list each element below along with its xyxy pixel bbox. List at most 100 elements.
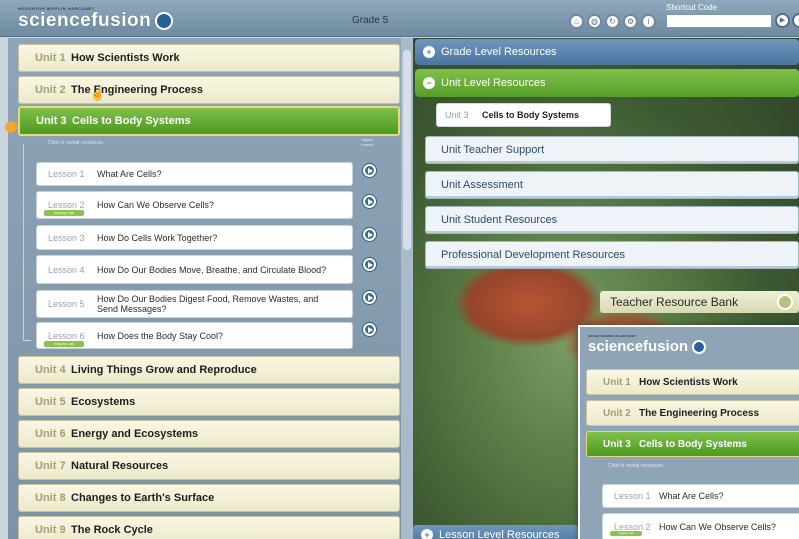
minus-icon: − bbox=[423, 77, 435, 89]
scrollbar-thumb[interactable] bbox=[403, 50, 411, 250]
lesson-number: Lesson 2 Inquiry Lab bbox=[603, 522, 659, 536]
lesson-number-text: Lesson 2 bbox=[48, 200, 85, 210]
lesson-number: Lesson 2 Inquiry Lab bbox=[37, 200, 97, 216]
lesson-title: How Can We Observe Cells? bbox=[97, 200, 214, 210]
play-icon[interactable] bbox=[363, 164, 376, 177]
unit-row-2[interactable]: Unit 2 The Engineering Process bbox=[18, 76, 400, 104]
lesson-level-resources-bar[interactable]: + Lesson Level Resources bbox=[413, 525, 578, 539]
unit-number: Unit 9 bbox=[35, 524, 66, 536]
professional-development-item[interactable]: Professional Development Resources bbox=[425, 241, 799, 269]
info-icon[interactable]: i bbox=[641, 14, 656, 29]
teacher-resource-bank-label: Teacher Resource Bank bbox=[610, 295, 739, 309]
unit-title: How Scientists Work bbox=[71, 52, 180, 64]
unit-number: Unit 3 bbox=[445, 110, 469, 120]
unit-number: Unit 3 bbox=[36, 115, 67, 127]
unit-title: Energy and Ecosystems bbox=[71, 428, 199, 440]
bar-label: Unit Level Resources bbox=[441, 77, 546, 89]
unit-title: The Rock Cycle bbox=[71, 524, 153, 536]
play-icon[interactable] bbox=[363, 228, 376, 241]
unit-row-4[interactable]: Unit 4 Living Things Grow and Reproduce bbox=[18, 356, 400, 384]
play-icon[interactable] bbox=[363, 195, 376, 208]
unit-row-3[interactable]: Unit 3 Cells to Body Systems bbox=[18, 106, 400, 136]
unit-row-6[interactable]: Unit 6 Energy and Ecosystems bbox=[18, 420, 400, 448]
unit-title: Cells to Body Systems bbox=[72, 115, 191, 127]
logo-text: sciencefusion bbox=[588, 338, 689, 355]
unit-number: Unit 8 bbox=[35, 492, 66, 504]
grade-level-resources-bar[interactable]: + Grade Level Resources bbox=[415, 39, 799, 65]
resources-panel: + Grade Level Resources − Unit Level Res… bbox=[413, 38, 799, 539]
toolbar-icons: ⌂ ◍ ↻ ⚙ i bbox=[569, 14, 656, 29]
play-icon[interactable] bbox=[363, 323, 376, 336]
bar-label: Lesson Level Resources bbox=[439, 529, 560, 539]
unit-row-8[interactable]: Unit 8 Changes to Earth's Surface bbox=[18, 484, 400, 512]
current-unit-label: Unit 3 Cells to Body Systems bbox=[436, 103, 611, 127]
play-icon[interactable] bbox=[363, 258, 376, 271]
inset-unit-row-3: Unit 3 Cells to Body Systems bbox=[586, 431, 799, 457]
inset-unit-row-2: Unit 2 The Engineering Process bbox=[586, 400, 799, 426]
digital-lesson-label: Digital Lesson bbox=[360, 137, 374, 147]
globe-icon[interactable]: ◍ bbox=[587, 14, 602, 29]
lesson-title: How Does the Body Stay Cool? bbox=[97, 330, 224, 341]
lesson-row-2[interactable]: Lesson 2 Inquiry Lab How Can We Observe … bbox=[36, 191, 353, 219]
lesson-number: Lesson 4 bbox=[48, 264, 85, 275]
globe-logo-icon bbox=[155, 11, 174, 30]
lesson-number: Lesson 3 bbox=[48, 232, 85, 243]
logo-wordmark: sciencefusion bbox=[18, 10, 174, 31]
unit-row-9[interactable]: Unit 9 The Rock Cycle bbox=[18, 516, 400, 539]
inset-unit-row-1: Unit 1 How Scientists Work bbox=[586, 369, 799, 395]
inquiry-lab-badge: Inquiry Lab bbox=[44, 210, 84, 216]
panel-scrollbar[interactable] bbox=[401, 38, 413, 539]
lesson-bracket bbox=[23, 144, 31, 341]
lesson-row-1[interactable]: Lesson 1 What Are Cells? bbox=[36, 162, 353, 186]
lesson-number-text: Lesson 6 bbox=[48, 330, 85, 341]
lesson-number: Lesson 5 bbox=[48, 299, 85, 309]
unit-number: Unit 5 bbox=[35, 396, 66, 408]
unit-number: Unit 2 bbox=[35, 84, 66, 96]
gear-icon[interactable]: ⚙ bbox=[623, 14, 638, 29]
brand-logo[interactable]: HOUGHTON MIFFLIN HARCOURT sciencefusion bbox=[18, 6, 174, 31]
unit-number: Unit 1 bbox=[603, 376, 631, 388]
resource-bank-icon bbox=[777, 294, 793, 310]
inquiry-lab-badge: Inquiry Lab bbox=[610, 531, 642, 536]
unit-title: Living Things Grow and Reproduce bbox=[71, 364, 257, 376]
unit-number: Unit 3 bbox=[603, 438, 631, 450]
refresh-icon[interactable]: ↻ bbox=[605, 14, 620, 29]
bar-label: Grade Level Resources bbox=[441, 46, 557, 58]
logo-text: sciencefusion bbox=[18, 10, 152, 31]
reveal-hint: Click to reveal resources. bbox=[608, 463, 665, 469]
unit-row-1[interactable]: Unit 1 How Scientists Work bbox=[18, 44, 400, 72]
lesson-row-6[interactable]: Lesson 6 Inquiry Lab How Does the Body S… bbox=[36, 322, 353, 349]
unit-title: The Engineering Process bbox=[639, 407, 760, 419]
teacher-resource-bank-button[interactable]: Teacher Resource Bank bbox=[600, 291, 799, 313]
top-bar: HOUGHTON MIFFLIN HARCOURT sciencefusion … bbox=[0, 0, 799, 37]
lesson-row-3[interactable]: Lesson 3 How Do Cells Work Together? bbox=[36, 225, 353, 250]
inset-brand: HOUGHTON MIFFLIN HARCOURT sciencefusion bbox=[588, 334, 707, 355]
lesson-title: What Are Cells? bbox=[659, 491, 724, 501]
selection-indicator bbox=[5, 121, 17, 133]
unit-student-resources-item[interactable]: Unit Student Resources bbox=[425, 206, 799, 234]
unit-title: Cells to Body Systems bbox=[639, 438, 747, 450]
unit-row-7[interactable]: Unit 7 Natural Resources bbox=[18, 452, 400, 480]
lesson-row-5[interactable]: Lesson 5 How Do Our Bodies Digest Food, … bbox=[36, 290, 353, 318]
inset-lesson-row-1: Lesson 1 What Are Cells? bbox=[602, 484, 799, 508]
unit-row-5[interactable]: Unit 5 Ecosystems bbox=[18, 388, 400, 416]
preview-thumbnail: HOUGHTON MIFFLIN HARCOURT sciencefusion … bbox=[578, 325, 799, 539]
lesson-row-4[interactable]: Lesson 4 How Do Our Bodies Move, Breathe… bbox=[36, 255, 353, 284]
unit-teacher-support-item[interactable]: Unit Teacher Support bbox=[425, 136, 799, 164]
shortcut-code-input[interactable] bbox=[666, 14, 772, 28]
reveal-hint: Click to reveal resources. bbox=[48, 140, 105, 146]
lesson-number: Lesson 1 bbox=[614, 491, 651, 501]
shortcut-go-button[interactable]: ▶ bbox=[775, 13, 790, 28]
shortcut-code-label: Shortcut Code bbox=[666, 3, 718, 12]
unit-level-resources-bar[interactable]: − Unit Level Resources bbox=[415, 69, 799, 97]
lesson-title: How Can We Observe Cells? bbox=[659, 522, 776, 532]
lesson-title: How Do Our Bodies Digest Food, Remove Wa… bbox=[97, 294, 319, 314]
inset-logo: sciencefusion bbox=[588, 338, 707, 355]
inquiry-lab-badge: Inquiry Lab bbox=[44, 340, 84, 347]
help-button[interactable] bbox=[792, 13, 799, 28]
home-icon[interactable]: ⌂ bbox=[569, 14, 584, 29]
play-icon[interactable] bbox=[363, 291, 376, 304]
lesson-title: How Do Cells Work Together? bbox=[97, 232, 218, 243]
unit-assessment-item[interactable]: Unit Assessment bbox=[425, 171, 799, 199]
globe-logo-icon bbox=[692, 339, 707, 354]
